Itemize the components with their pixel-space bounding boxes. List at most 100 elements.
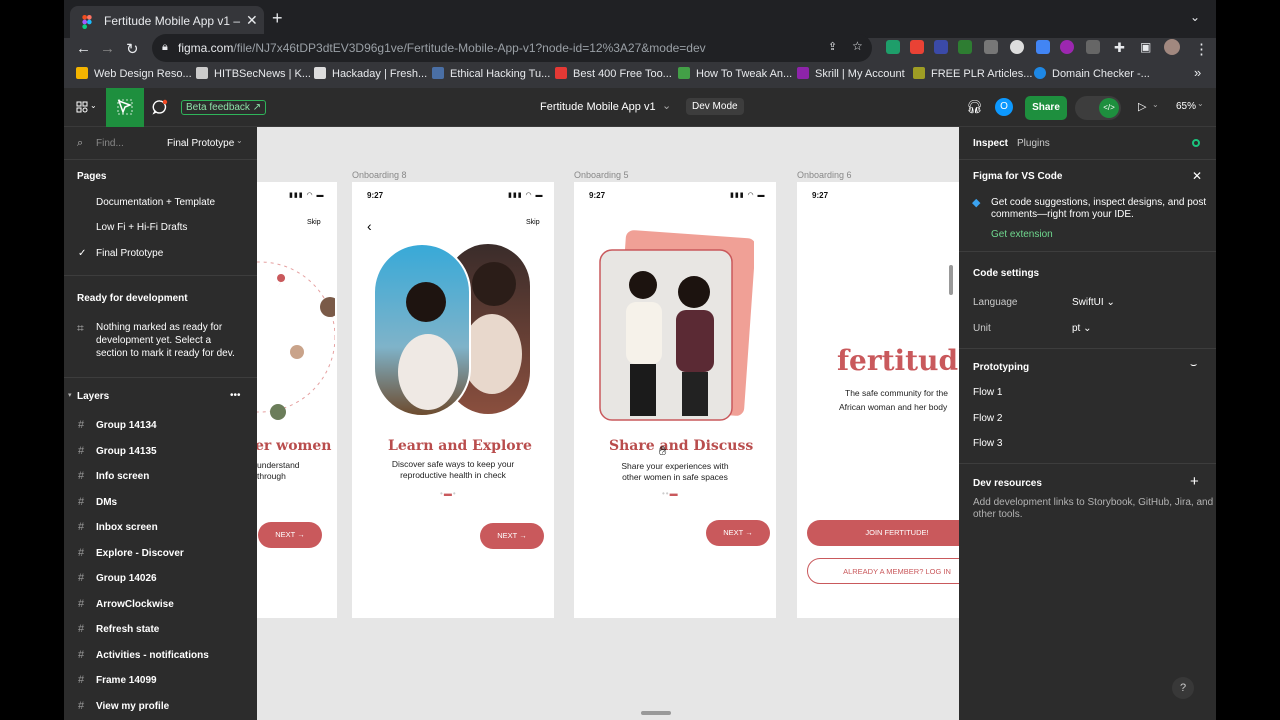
layer-item[interactable]: DMs <box>96 497 117 508</box>
bookmark-item[interactable]: Ethical Hacking Tu... <box>450 68 550 80</box>
bookmark-item[interactable]: Domain Checker -... <box>1052 68 1150 80</box>
browser-menu-icon[interactable]: ⋮ <box>1194 40 1209 58</box>
bookmark-item[interactable]: HITBSecNews | K... <box>214 68 311 80</box>
add-icon[interactable]: + <box>1190 473 1199 490</box>
forward-icon[interactable]: → <box>100 40 115 57</box>
bookmark-item[interactable]: Best 400 Free Too... <box>573 68 672 80</box>
layer-item[interactable]: Info screen <box>96 471 149 482</box>
skip-link[interactable]: Skip <box>526 219 540 226</box>
extension-multicolor-icon[interactable] <box>910 40 924 54</box>
onboarding-8-frame[interactable]: 9:27 ▮▮▮ ◠ ▬ ‹ Skip Learn and Explore Di… <box>352 182 554 618</box>
share-button[interactable]: Share <box>1025 96 1067 120</box>
extensions-puzzle-icon[interactable]: ✚ <box>1114 40 1125 56</box>
extension-shield-icon[interactable] <box>886 40 900 54</box>
address-bar[interactable]: 🔒︎ figma.com/file/NJ7x46tDP3dtEV3D96g1ve… <box>152 34 872 62</box>
extension-power-icon[interactable] <box>1010 40 1024 54</box>
next-button[interactable]: NEXT → <box>706 520 770 546</box>
unit-select[interactable]: pt ⌄ <box>1072 323 1092 334</box>
language-select[interactable]: SwiftUI ⌄ <box>1072 297 1115 308</box>
layer-item[interactable]: ArrowClockwise <box>96 599 174 610</box>
skip-link[interactable]: Skip <box>307 219 321 226</box>
bookmark-star-icon[interactable]: ☆ <box>852 39 863 53</box>
extension-u-icon[interactable] <box>984 40 998 54</box>
onboarding-frame-partial[interactable]: ▮▮▮ ◠ ▬ Skip er women understand through… <box>257 182 337 618</box>
back-icon[interactable]: ← <box>76 40 91 57</box>
extension-circle-icon[interactable] <box>1060 40 1074 54</box>
move-tool-button[interactable] <box>106 88 144 127</box>
page-item-selected[interactable]: Final Prototype <box>96 248 163 259</box>
next-button[interactable]: NEXT → <box>258 522 322 548</box>
layer-item[interactable]: Group 14026 <box>96 573 157 584</box>
canvas[interactable]: ▮▮▮ ◠ ▬ Skip er women understand through… <box>257 127 959 720</box>
bookmark-item[interactable]: FREE PLR Articles... <box>931 68 1032 80</box>
onboarding-subtext: reproductive health in check <box>400 470 506 480</box>
layer-item[interactable]: Inbox screen <box>96 522 158 533</box>
headphones-icon[interactable]: 🎧︎ <box>966 99 983 115</box>
page-item[interactable]: Low Fi + Hi-Fi Drafts <box>96 222 187 233</box>
layer-item[interactable]: Explore - Discover <box>96 548 184 559</box>
page-item[interactable]: Documentation + Template <box>96 197 215 208</box>
extension-robot-icon[interactable] <box>958 40 972 54</box>
file-name-chevron-icon[interactable]: ⌄ <box>662 99 671 112</box>
zoom-chevron-icon[interactable]: ⌄ <box>1197 99 1204 108</box>
onboarding-subtext: Share your experiences with <box>621 461 729 471</box>
close-icon[interactable]: ✕ <box>1192 169 1202 183</box>
layer-item[interactable]: Group 14135 <box>96 446 157 457</box>
get-extension-link[interactable]: Get extension <box>991 229 1053 240</box>
layer-item[interactable]: Activities - notifications <box>96 650 209 661</box>
tab-plugins[interactable]: Plugins <box>1017 138 1050 149</box>
reload-icon[interactable]: ↻ <box>126 40 139 58</box>
layer-item[interactable]: Group 14134 <box>96 420 157 431</box>
next-button[interactable]: NEXT → <box>480 523 544 549</box>
close-tab-icon[interactable]: ✕ <box>246 12 258 29</box>
file-name[interactable]: Fertitude Mobile App v1 <box>540 101 656 113</box>
flow-item[interactable]: Flow 2 <box>973 413 1002 424</box>
flow-item[interactable]: Flow 3 <box>973 438 1002 449</box>
bookmark-item[interactable]: Skrill | My Account <box>815 68 905 80</box>
onboarding-5-frame[interactable]: 9:27 ▮▮▮ ◠ ▬ Share and Discuss Share you… <box>574 182 776 618</box>
page-chevron-icon[interactable]: ⌄ <box>236 136 243 145</box>
bookmark-item[interactable]: Web Design Reso... <box>94 68 192 80</box>
frame-label: Onboarding 8 <box>352 170 407 180</box>
more-bookmarks-icon[interactable]: » <box>1194 65 1201 80</box>
vscode-title: Figma for VS Code <box>973 171 1063 182</box>
layers-collapse-icon[interactable]: ▾ <box>68 391 72 399</box>
beta-feedback-button[interactable]: Beta feedback ↗ <box>181 100 267 115</box>
new-tab-icon[interactable]: + <box>272 8 283 29</box>
tab-inspect[interactable]: Inspect <box>973 138 1008 149</box>
layer-item[interactable]: Frame 14099 <box>96 675 157 686</box>
bookmark-item[interactable]: Hackaday | Fresh... <box>332 68 427 80</box>
present-chevron-icon[interactable]: ⌄ <box>1152 100 1159 109</box>
extension-l-icon[interactable] <box>934 40 948 54</box>
zoom-level[interactable]: 65% <box>1176 101 1196 112</box>
extension-colors-icon[interactable] <box>1036 40 1050 54</box>
menu-chevron-icon[interactable]: ⌄ <box>90 101 97 110</box>
user-avatar[interactable]: O <box>995 98 1013 116</box>
dev-mode-toggle[interactable]: </> <box>1075 96 1121 120</box>
dev-mode-label[interactable]: Dev Mode <box>686 98 744 115</box>
onboarding-heading: Learn and Explore <box>388 438 532 454</box>
figma-menu-icon[interactable] <box>76 101 88 113</box>
help-button[interactable]: ? <box>1172 677 1194 699</box>
onboarding-6-frame[interactable]: 9:27 fertitude The safe community for th… <box>797 182 959 618</box>
find-input[interactable]: Find... <box>96 138 124 149</box>
extension-pin-icon[interactable] <box>1086 40 1100 54</box>
bookmark-item[interactable]: How To Tweak An... <box>696 68 792 80</box>
tab-search-chevron-icon[interactable]: ⌄ <box>1190 10 1200 24</box>
layer-item[interactable]: Refresh state <box>96 624 159 635</box>
share-page-icon[interactable]: ⇪ <box>828 40 837 53</box>
login-button[interactable]: ALREADY A MEMBER? LOG IN <box>807 558 959 584</box>
horizontal-scrollbar[interactable] <box>641 711 671 715</box>
side-panel-icon[interactable]: ▣ <box>1140 40 1151 54</box>
join-fertitude-button[interactable]: JOIN FERTITUDE! <box>807 520 959 546</box>
comment-icon[interactable] <box>152 99 168 115</box>
layers-more-icon[interactable]: ••• <box>230 390 241 401</box>
vertical-scrollbar[interactable] <box>949 265 953 295</box>
current-page-selector[interactable]: Final Prototype <box>167 138 234 149</box>
layer-item[interactable]: View my profile <box>96 701 169 712</box>
flow-item[interactable]: Flow 1 <box>973 387 1002 398</box>
present-play-icon[interactable]: ▷ <box>1138 100 1146 113</box>
profile-avatar[interactable] <box>1164 39 1180 55</box>
hide-eye-icon[interactable]: ⌣ <box>1190 359 1197 372</box>
back-chevron-icon[interactable]: ‹ <box>367 218 372 234</box>
